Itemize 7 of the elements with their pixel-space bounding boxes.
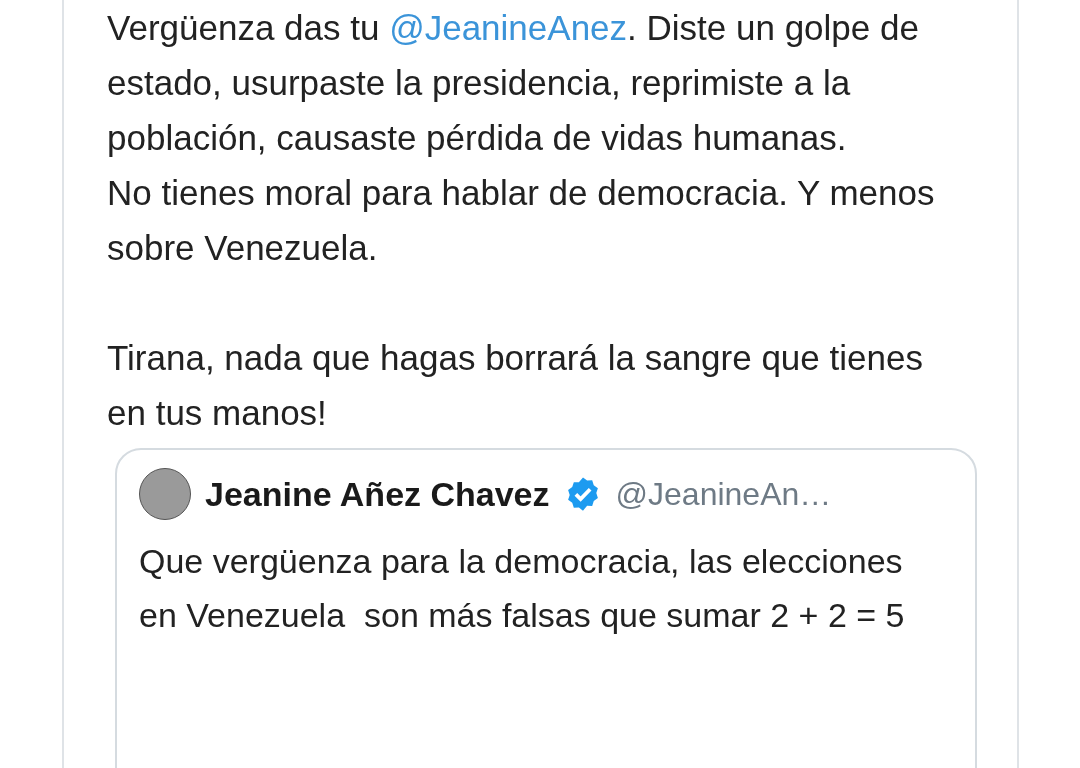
author-name: Jeanine Añez Chavez [205,473,550,515]
avatar [139,468,191,520]
tweet-text: Tirana, nada que hagas borrará la sangre que tienes en tus manos! [107,337,924,434]
quoted-tweet-card[interactable]: Jeanine Añez Chavez @JeanineAn… Que vergüenza para la democracia, las elecciones en Venezuela son más falsas que sumar 2 + 2 = 5 [115,448,977,768]
quoted-tweet-text: Que vergüenza para la democracia, las elecciones en Venezuela son más falsas que sumar 2 + 2 = 5 [139,541,906,636]
author-handle: @JeanineAn… [615,475,832,514]
tweet-text: Vergüenza das tu @JeanineAnez. Diste un golpe de estado, usurpaste la presidencia, reprimiste a la población, causaste pérdida de vidas humanas. No tienes moral para hablar de democracia. Y menos sobre Venezuela. [107,7,936,269]
